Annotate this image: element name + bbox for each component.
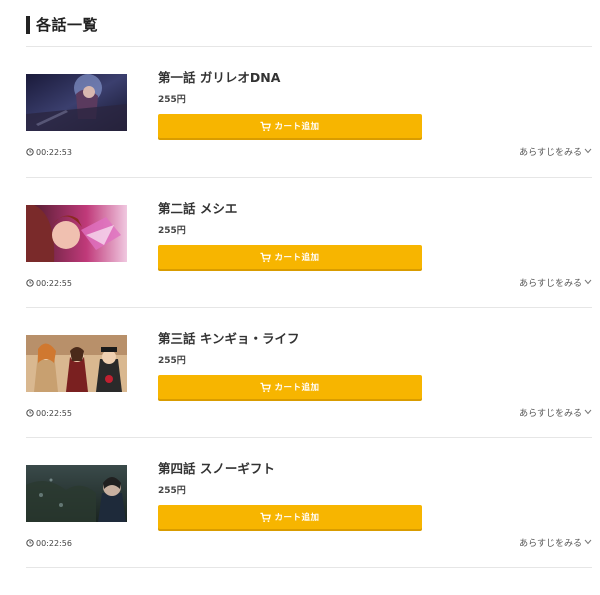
divider xyxy=(26,307,592,308)
chevron-down-icon xyxy=(584,539,592,545)
divider xyxy=(26,46,592,47)
episode-title[interactable]: 第一話 ガリレオDNA xyxy=(158,70,280,86)
duration-text: 00:22:55 xyxy=(36,278,72,288)
chevron-down-icon xyxy=(584,409,592,415)
episode-duration: 00:22:55 xyxy=(26,277,72,289)
episode-title[interactable]: 第四話 スノーギフト xyxy=(158,461,275,477)
episode-thumbnail[interactable] xyxy=(26,205,127,262)
clock-icon xyxy=(26,409,34,417)
clock-icon xyxy=(26,539,34,547)
synopsis-toggle[interactable]: あらすじをみる xyxy=(519,536,592,549)
episode-item-4: 第四話 スノーギフト 255円 カート追加 00:22:56 あらすじをみる xyxy=(0,461,600,595)
episode-price: 255円 xyxy=(158,226,186,236)
episode-duration: 00:22:53 xyxy=(26,146,72,158)
episode-price: 255円 xyxy=(158,486,186,496)
synopsis-label: あらすじをみる xyxy=(519,408,582,419)
synopsis-label: あらすじをみる xyxy=(519,538,582,549)
episode-title[interactable]: 第三話 キンギョ・ライフ xyxy=(158,331,299,347)
episode-title[interactable]: 第二話 メシエ xyxy=(158,201,237,217)
section-title-bar xyxy=(26,16,30,34)
divider xyxy=(26,437,592,438)
synopsis-toggle[interactable]: あらすじをみる xyxy=(519,276,592,289)
add-to-cart-button[interactable]: カート追加 xyxy=(158,375,422,399)
synopsis-toggle[interactable]: あらすじをみる xyxy=(519,145,592,158)
episode-item-2: 第二話 メシエ 255円 カート追加 00:22:55 あらすじをみる xyxy=(0,201,600,335)
clock-icon xyxy=(26,279,34,287)
episode-duration: 00:22:56 xyxy=(26,537,72,549)
episode-price: 255円 xyxy=(158,356,186,366)
cart-icon xyxy=(260,252,272,262)
divider xyxy=(26,177,592,178)
chevron-down-icon xyxy=(584,279,592,285)
section-header: 各話一覧 xyxy=(26,16,592,46)
synopsis-label: あらすじをみる xyxy=(519,147,582,158)
add-to-cart-label: カート追加 xyxy=(274,122,320,132)
duration-text: 00:22:55 xyxy=(36,408,72,418)
episode-thumbnail[interactable] xyxy=(26,74,127,131)
add-to-cart-label: カート追加 xyxy=(274,513,320,523)
synopsis-toggle[interactable]: あらすじをみる xyxy=(519,406,592,419)
cart-icon xyxy=(260,512,272,522)
add-to-cart-label: カート追加 xyxy=(274,383,320,393)
episode-duration: 00:22:55 xyxy=(26,407,72,419)
duration-text: 00:22:53 xyxy=(36,147,72,157)
chevron-down-icon xyxy=(584,148,592,154)
duration-text: 00:22:56 xyxy=(36,538,72,548)
section-title: 各話一覧 xyxy=(36,16,99,34)
episode-thumbnail[interactable] xyxy=(26,465,127,522)
add-to-cart-button[interactable]: カート追加 xyxy=(158,114,422,138)
episode-thumbnail[interactable] xyxy=(26,335,127,392)
add-to-cart-button[interactable]: カート追加 xyxy=(158,505,422,529)
cart-icon xyxy=(260,382,272,392)
synopsis-label: あらすじをみる xyxy=(519,278,582,289)
add-to-cart-button[interactable]: カート追加 xyxy=(158,245,422,269)
clock-icon xyxy=(26,148,34,156)
cart-icon xyxy=(260,121,272,131)
episode-price: 255円 xyxy=(158,95,186,105)
episode-list-page: 各話一覧 第一話 ガリレオDNA 255円 カート追加 00:22:53 あらす… xyxy=(0,0,600,570)
episode-item-3: 第三話 キンギョ・ライフ 255円 カート追加 00:22:55 あらすじをみる xyxy=(0,331,600,465)
episode-item-1: 第一話 ガリレオDNA 255円 カート追加 00:22:53 あらすじをみる xyxy=(0,70,600,204)
divider xyxy=(26,567,592,568)
add-to-cart-label: カート追加 xyxy=(274,253,320,263)
